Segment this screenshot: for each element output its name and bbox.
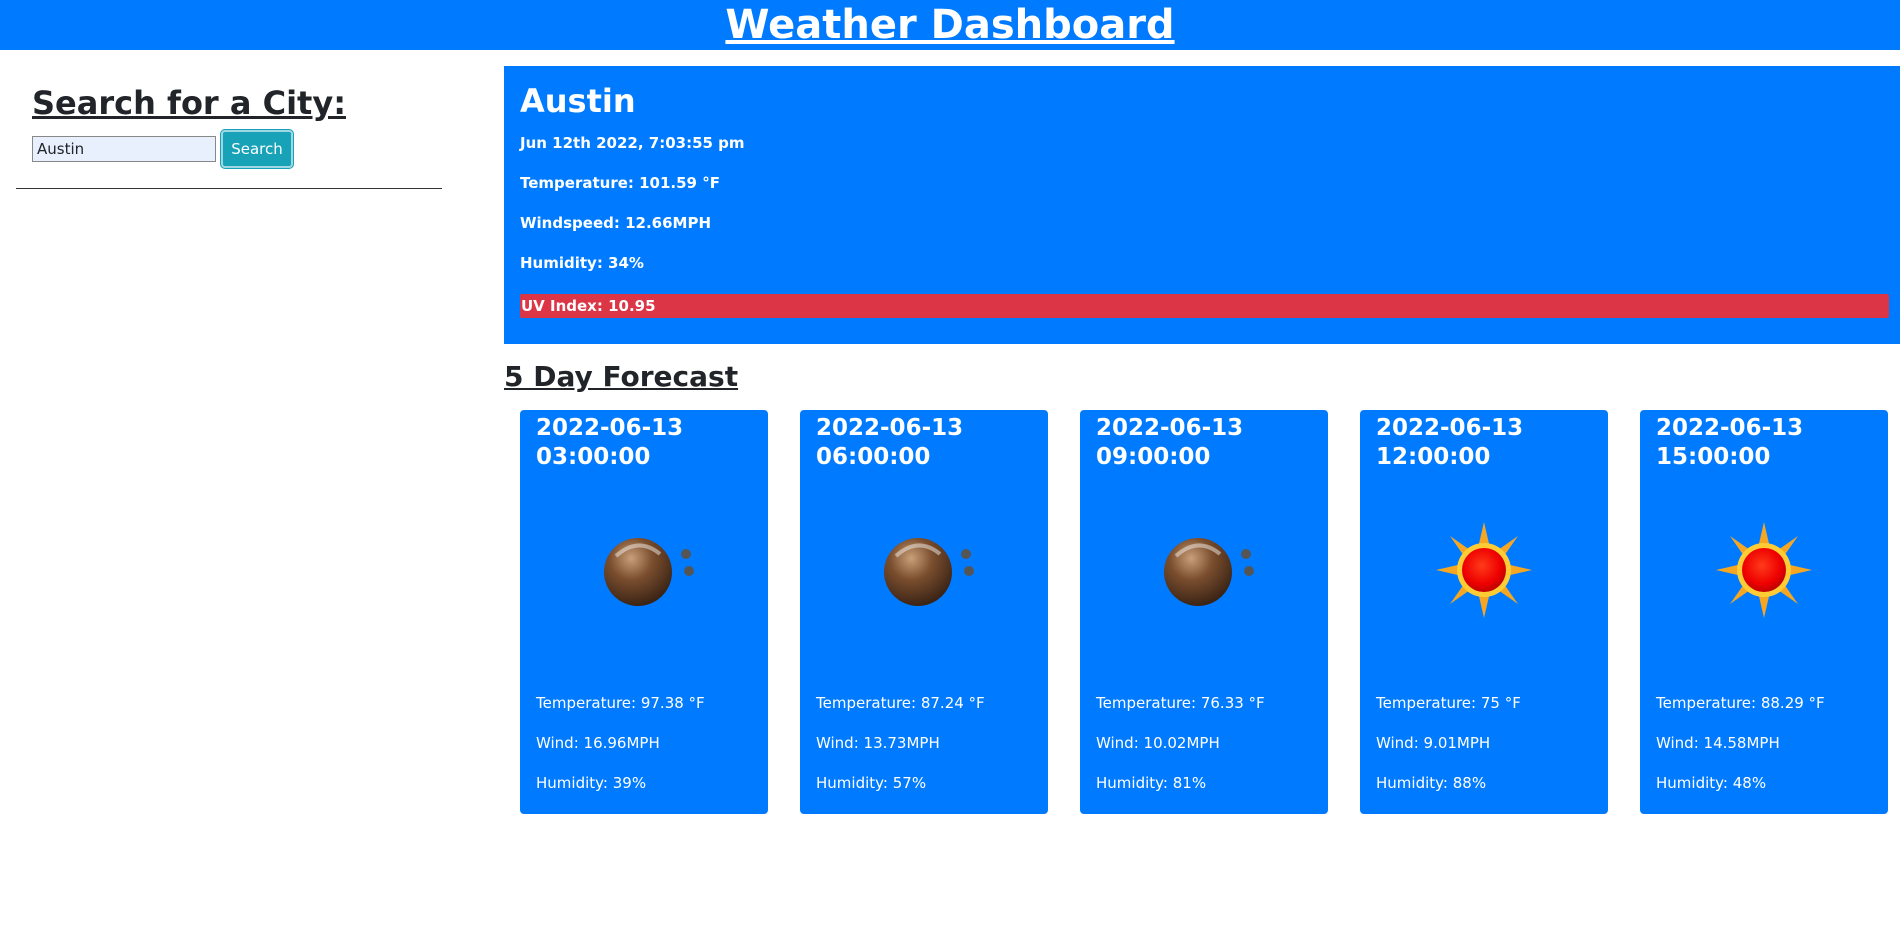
forecast-date: 2022-06-13 03:00:00 xyxy=(536,415,684,470)
forecast-wind: Wind: 13.73MPH xyxy=(816,734,940,752)
search-sidebar: Search for a City: Search xyxy=(16,84,442,189)
city-search-input[interactable] xyxy=(32,136,216,162)
current-windspeed: Windspeed: 12.66MPH xyxy=(520,214,711,232)
forecast-card: 2022-06-13 09:00:00 Temperature: 76.33 °… xyxy=(1080,410,1328,814)
current-weather-panel: Austin Jun 12th 2022, 7:03:55 pm Tempera… xyxy=(504,66,1900,344)
forecast-date: 2022-06-13 09:00:00 xyxy=(1096,415,1244,470)
uv-index-badge: UV Index: 10.95 xyxy=(520,294,1889,318)
forecast-date: 2022-06-13 12:00:00 xyxy=(1376,415,1524,470)
current-city: Austin xyxy=(520,82,636,120)
forecast-card: 2022-06-13 12:00:00 Temperature: 75 °F W… xyxy=(1360,410,1608,814)
forecast-humidity: Humidity: 81% xyxy=(1096,774,1207,792)
header-bar: Weather Dashboard xyxy=(0,0,1900,50)
forecast-temperature: Temperature: 87.24 °F xyxy=(816,694,985,712)
moon-icon xyxy=(884,538,974,606)
forecast-humidity: Humidity: 48% xyxy=(1656,774,1767,792)
forecast-card: 2022-06-13 06:00:00 Temperature: 87.24 °… xyxy=(800,410,1048,814)
forecast-date: 2022-06-13 15:00:00 xyxy=(1656,415,1804,470)
forecast-wind: Wind: 10.02MPH xyxy=(1096,734,1220,752)
forecast-stats: Temperature: 97.38 °F Wind: 16.96MPH Hum… xyxy=(536,694,705,814)
page-title: Weather Dashboard xyxy=(725,2,1175,48)
forecast-card: 2022-06-13 15:00:00 Temperature: 88.29 °… xyxy=(1640,410,1888,814)
forecast-temperature: Temperature: 76.33 °F xyxy=(1096,694,1265,712)
current-temperature: Temperature: 101.59 °F xyxy=(520,174,720,192)
forecast-temperature: Temperature: 97.38 °F xyxy=(536,694,705,712)
forecast-heading: 5 Day Forecast xyxy=(504,360,739,393)
search-heading: Search for a City: xyxy=(32,84,346,122)
moon-icon xyxy=(1164,538,1254,606)
forecast-stats: Temperature: 76.33 °F Wind: 10.02MPH Hum… xyxy=(1096,694,1265,814)
forecast-temperature: Temperature: 88.29 °F xyxy=(1656,694,1825,712)
forecast-date: 2022-06-13 06:00:00 xyxy=(816,415,964,470)
forecast-humidity: Humidity: 39% xyxy=(536,774,647,792)
current-humidity: Humidity: 34% xyxy=(520,254,644,272)
forecast-card: 2022-06-13 03:00:00 Temperature: 97.38 °… xyxy=(520,410,768,814)
forecast-wind: Wind: 14.58MPH xyxy=(1656,734,1780,752)
forecast-stats: Temperature: 75 °F Wind: 9.01MPH Humidit… xyxy=(1376,694,1521,814)
sun-icon xyxy=(1436,522,1532,618)
forecast-stats: Temperature: 87.24 °F Wind: 13.73MPH Hum… xyxy=(816,694,985,814)
forecast-humidity: Humidity: 88% xyxy=(1376,774,1487,792)
search-form: Search xyxy=(32,130,442,168)
sidebar-divider xyxy=(16,188,442,189)
current-datetime: Jun 12th 2022, 7:03:55 pm xyxy=(520,134,745,152)
forecast-stats: Temperature: 88.29 °F Wind: 14.58MPH Hum… xyxy=(1656,694,1825,814)
forecast-temperature: Temperature: 75 °F xyxy=(1376,694,1521,712)
forecast-wind: Wind: 16.96MPH xyxy=(536,734,660,752)
forecast-humidity: Humidity: 57% xyxy=(816,774,927,792)
moon-icon xyxy=(604,538,694,606)
sun-icon xyxy=(1716,522,1812,618)
search-button[interactable]: Search xyxy=(221,130,293,168)
forecast-wind: Wind: 9.01MPH xyxy=(1376,734,1491,752)
forecast-cards: 2022-06-13 03:00:00 Temperature: 97.38 °… xyxy=(520,410,1888,814)
